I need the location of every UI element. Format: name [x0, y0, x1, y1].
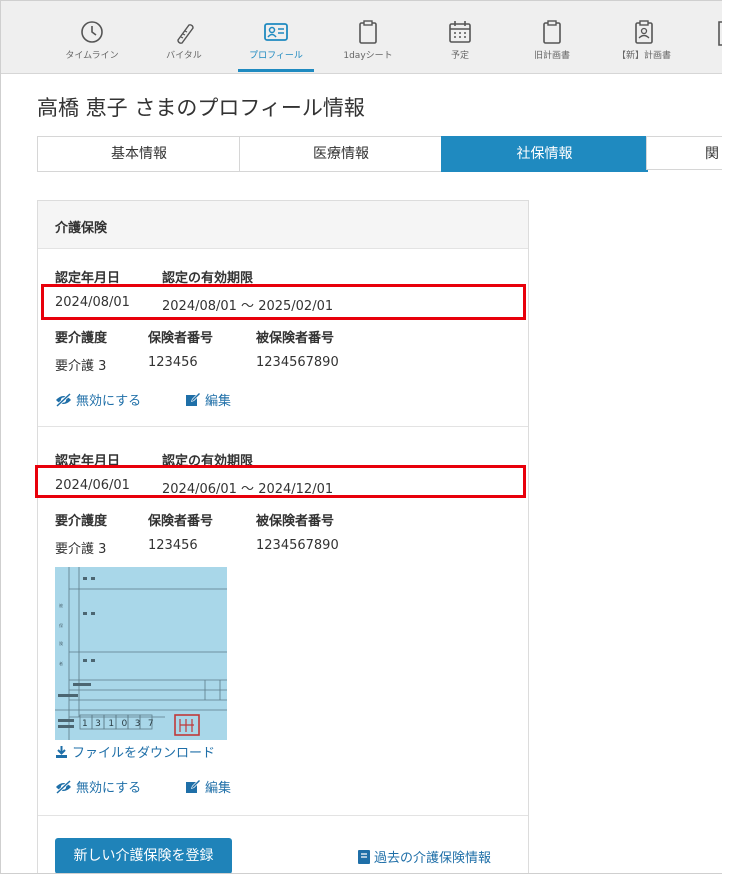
nav-item-profile[interactable]: プロフィール — [230, 1, 322, 73]
clock-icon — [81, 21, 103, 43]
book-icon — [358, 849, 370, 864]
insured-number-label: 被保険者番号 — [256, 514, 335, 529]
nav-item-label: 1dayシート — [343, 51, 393, 61]
nav-item-label: 【新】計画書 — [616, 51, 671, 61]
top-navigation: タイムライン バイタル プロフィール 1dayシート 予定 旧計画書 【新】計画… — [1, 1, 722, 74]
clipboard-icon — [359, 20, 377, 44]
insurer-number-label: 保険者番号 — [148, 514, 214, 529]
nav-item-label: プロフィール — [249, 51, 303, 61]
edit-icon — [186, 779, 201, 793]
profile-tabs: 基本情報 医療情報 社保情報 関 — [37, 136, 722, 172]
nav-item-1day-sheet[interactable]: 1dayシート — [322, 1, 414, 73]
insured-number-value: 1234567890 — [256, 538, 339, 553]
app-frame: タイムライン バイタル プロフィール 1dayシート 予定 旧計画書 【新】計画… — [0, 0, 722, 874]
tab-related[interactable]: 関 — [646, 136, 722, 170]
tab-social-insurance[interactable]: 社保情報 — [441, 136, 648, 172]
svg-text:被: 被 — [59, 602, 63, 608]
page-title: 高橋 恵子 さまのプロフィール情報 — [37, 96, 365, 120]
eye-slash-icon — [55, 779, 72, 794]
disable-button[interactable]: 無効にする — [55, 390, 141, 409]
svg-text:保: 保 — [59, 622, 63, 628]
past-care-insurance-label: 過去の介護保険情報 — [374, 851, 492, 866]
insurer-number-value: 123456 — [148, 355, 198, 370]
svg-text:険: 険 — [59, 640, 63, 646]
download-label: ファイルをダウンロード — [72, 746, 216, 761]
nav-item-timeline[interactable]: タイムライン — [46, 1, 138, 73]
nav-item-label: バイタル — [166, 51, 202, 61]
highlight-box — [41, 284, 526, 320]
download-icon — [56, 746, 67, 758]
edit-label: 編集 — [205, 394, 232, 409]
card-scan-drawing: 被保険者 1 3 1 0 3 7 — [55, 567, 227, 740]
insurer-number-label: 保険者番号 — [148, 331, 214, 346]
edit-icon — [186, 392, 201, 406]
nav-item-label: 旧計画書 — [533, 51, 570, 61]
download-file-link[interactable]: ファイルをダウンロード — [55, 742, 215, 761]
insured-number-label: 被保険者番号 — [256, 331, 335, 346]
active-tab-indicator — [238, 69, 314, 72]
record-divider — [38, 426, 528, 427]
care-level-label: 要介護度 — [55, 514, 108, 529]
card-scan-number: 1 3 1 0 3 7 — [82, 719, 156, 729]
card-header: 介護保険 — [38, 201, 528, 249]
disable-label: 無効にする — [76, 394, 142, 409]
nav-item-old-plan[interactable]: 旧計画書 — [506, 1, 598, 73]
calendar-icon — [449, 21, 471, 43]
thermometer-icon — [177, 24, 194, 44]
tab-medical-info[interactable]: 医療情報 — [239, 136, 443, 172]
past-care-insurance-link[interactable]: 過去の介護保険情報 — [358, 847, 491, 866]
edit-button[interactable]: 編集 — [185, 390, 231, 409]
highlight-box — [35, 465, 526, 498]
svg-text:者: 者 — [59, 660, 63, 666]
clipboard-icon — [543, 20, 561, 44]
eye-slash-icon — [55, 392, 72, 407]
nav-item-new-plan[interactable]: 【新】計画書 — [598, 1, 690, 73]
care-level-value: 要介護 3 — [55, 542, 107, 557]
tab-basic-info[interactable]: 基本情報 — [37, 136, 241, 172]
insurer-number-value: 123456 — [148, 538, 198, 553]
disable-button[interactable]: 無効にする — [55, 777, 141, 796]
profile-card-icon — [264, 23, 288, 41]
clipboard-person-icon — [635, 20, 653, 44]
edit-button[interactable]: 編集 — [185, 777, 231, 796]
edit-label: 編集 — [205, 781, 232, 796]
register-care-insurance-button[interactable]: 新しい介護保険を登録 — [55, 838, 232, 873]
clipboard-icon — [718, 21, 722, 46]
disable-label: 無効にする — [76, 781, 142, 796]
nav-item-label: 予定 — [450, 51, 469, 61]
card-footer-divider — [38, 815, 528, 816]
nav-item-more[interactable] — [704, 1, 722, 73]
care-level-label: 要介護度 — [55, 331, 108, 346]
nav-item-schedule[interactable]: 予定 — [414, 1, 506, 73]
card-title: 介護保険 — [55, 221, 108, 236]
insured-number-value: 1234567890 — [256, 355, 339, 370]
nav-item-vital[interactable]: バイタル — [138, 1, 230, 73]
nav-item-label: タイムライン — [65, 51, 119, 61]
insurance-card-scan-image: 被保険者 1 3 1 0 3 7 — [55, 567, 227, 740]
care-level-value: 要介護 3 — [55, 359, 107, 374]
